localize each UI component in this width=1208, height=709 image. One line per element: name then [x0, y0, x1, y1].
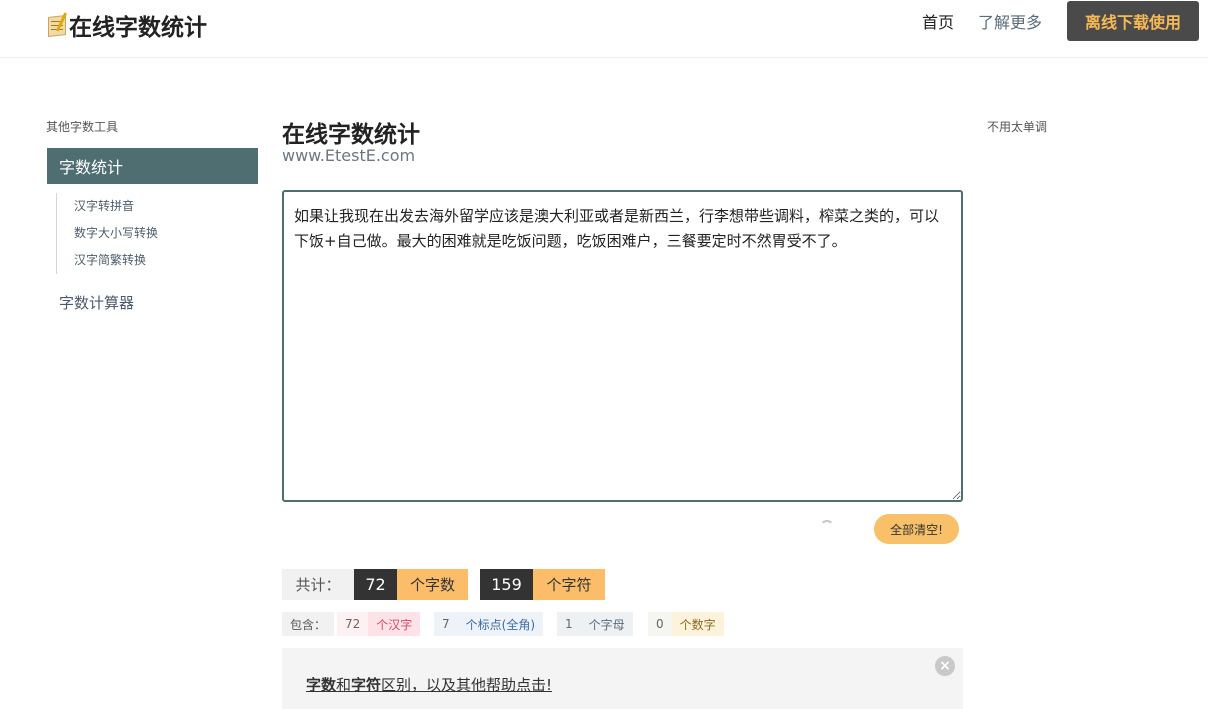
han-count-value: 72 [345, 617, 361, 631]
word-count-label: 个字数 [397, 569, 468, 600]
word-count-value: 72 [354, 569, 397, 600]
nav-learn-more-link[interactable]: 了解更多 [978, 0, 1042, 42]
sidebar-title: 其他字数工具 [46, 120, 119, 134]
char-count-label: 个字符 [533, 569, 605, 600]
punct-count-value: 7 [442, 617, 450, 631]
letter-count-label: 个字母 [588, 617, 625, 632]
text-input-area[interactable]: 如果让我现在出发去海外留学应该是澳大利亚或者是新西兰，行李想带些调料，榨菜之类的… [282, 190, 963, 502]
sidebar-item-calculator[interactable]: 字数计算器 [59, 292, 134, 313]
han-count-label: 个汉字 [368, 612, 421, 636]
digit-count-badge: 0 个数字 [648, 612, 724, 636]
top-header: 在线字数统计 首页 了解更多 离线下载使用 [0, 0, 1208, 58]
help-char-term: 字符 [351, 676, 382, 694]
letter-count-badge: 1 个字母 [557, 612, 633, 636]
sidebar-item-traditional-simplified[interactable]: 汉字简繁转换 [74, 247, 158, 274]
digit-count-label: 个数字 [671, 612, 724, 636]
help-rest: 区别，以及其他帮助点击! [381, 676, 553, 694]
help-box: 字数和字符区别，以及其他帮助点击! × [282, 648, 963, 709]
logo-icon [46, 12, 68, 38]
char-count-value: 159 [480, 569, 533, 600]
letter-count-value: 1 [565, 617, 573, 631]
sidebar-item-number-case[interactable]: 数字大小写转换 [74, 220, 158, 247]
sidebar-item-word-count[interactable]: 字数统计 [47, 148, 258, 184]
logo-text: 在线字数统计 [69, 15, 207, 41]
page-subtitle: www.EtestE.com [282, 146, 416, 165]
loading-spinner-icon [820, 520, 834, 534]
help-word-term: 字数 [306, 676, 337, 694]
close-icon[interactable]: × [935, 656, 955, 676]
offline-download-button[interactable]: 离线下载使用 [1067, 1, 1199, 41]
logo[interactable]: 在线字数统计 [46, 8, 207, 42]
help-link[interactable]: 字数和字符区别，以及其他帮助点击! [306, 674, 552, 695]
right-side-text: 不用太单调 [987, 120, 1048, 134]
sidebar-item-pinyin[interactable]: 汉字转拼音 [74, 193, 158, 220]
sidebar-sub-list: 汉字转拼音 数字大小写转换 汉字简繁转换 [56, 193, 158, 274]
punct-count-badge: 7 个标点(全角) [434, 612, 544, 636]
clear-all-button[interactable]: 全部清空! [874, 514, 959, 544]
digit-count-value: 0 [656, 617, 664, 631]
nav-home-link[interactable]: 首页 [922, 0, 954, 42]
page-title: 在线字数统计 [282, 122, 420, 148]
breakdown-label: 包含： [282, 612, 334, 636]
han-count-badge: 72 个汉字 [337, 612, 421, 636]
punct-count-label: 个标点(全角) [465, 617, 536, 632]
help-and: 和 [336, 676, 352, 694]
total-label: 共计： [282, 569, 354, 600]
